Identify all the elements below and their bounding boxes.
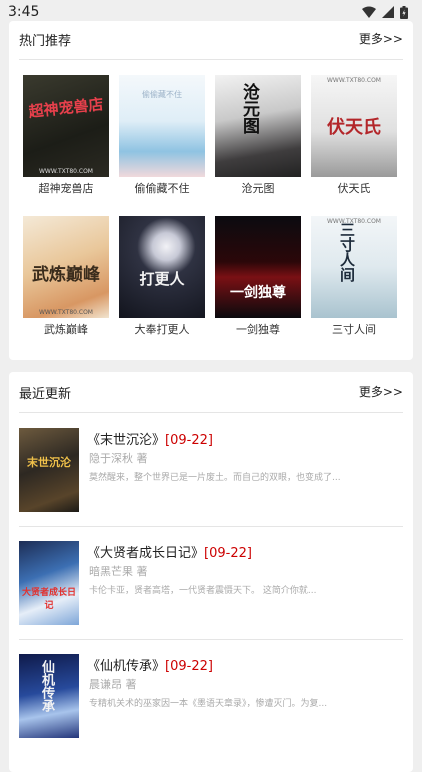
book-item[interactable]: 超神宠兽店 WWW.TXT80.COM 超神宠兽店 (23, 75, 111, 196)
book-cover-text: 三寸人间 (338, 222, 356, 282)
book-name[interactable]: 沧元图 (215, 180, 301, 196)
update-title-text[interactable]: 《末世沉沦》 (87, 433, 165, 448)
book-cover-watermark: WWW.TXT80.COM (327, 77, 381, 84)
hot-recommend-section: 热门推荐 更多>> 超神宠兽店 WWW.TXT80.COM 超神宠兽店 偷偷藏不… (9, 21, 413, 360)
update-author: 暗黑芒果 著 (89, 565, 148, 578)
hot-recommend-title: 热门推荐 (19, 34, 72, 49)
update-item[interactable]: 仙机传承 《仙机传承》[09-22] 晨谦昂 著 专精机关术的巫家因一本《墨语天… (19, 639, 403, 752)
update-item[interactable]: 末世沉沦 《末世沉沦》[09-22] 隐于深秋 著 莫然醒来，整个世界已是一片废… (19, 413, 403, 527)
book-cover[interactable]: 超神宠兽店 WWW.TXT80.COM (23, 75, 109, 177)
update-cover[interactable]: 仙机传承 (19, 654, 79, 738)
wifi-icon (362, 6, 376, 18)
recent-updates-section: 最近更新 更多>> 末世沉沦 《末世沉沦》[09-22] 隐于深秋 著 莫然醒来… (9, 372, 413, 772)
update-date: [09-22] (165, 433, 213, 448)
book-cover-text: 超神宠兽店 (27, 95, 105, 121)
book-cover-text: 沧元图 (239, 83, 259, 134)
update-cover-text: 仙机传承 (39, 660, 54, 712)
book-cover[interactable]: 沧元图 (215, 75, 301, 177)
update-date: [09-22] (165, 659, 213, 674)
book-name[interactable]: 超神宠兽店 (23, 180, 109, 196)
book-cover-watermark: WWW.TXT80.COM (39, 168, 93, 175)
update-author: 晨谦昂 著 (89, 678, 137, 691)
book-cover[interactable]: 一剑独尊 (215, 216, 301, 318)
book-name[interactable]: 偷偷藏不住 (119, 180, 205, 196)
hot-recommend-header: 热门推荐 更多>> (19, 21, 403, 60)
book-name[interactable]: 伏天氏 (311, 180, 397, 196)
update-title[interactable]: 《仙机传承》[09-22] (87, 655, 213, 674)
book-cover-watermark: WWW.TXT80.COM (327, 218, 381, 225)
book-item[interactable]: 偷偷藏不住 偷偷藏不住 (119, 75, 207, 196)
book-cover-text: 武炼巅峰 (32, 265, 100, 285)
update-cover[interactable]: 大贤者成长日记 (19, 541, 79, 625)
book-item[interactable]: 一剑独尊 一剑独尊 (215, 216, 303, 337)
book-item[interactable]: 三寸人间 WWW.TXT80.COM 三寸人间 (311, 216, 399, 337)
update-description: 卡伦卡亚，贤者高塔，一代贤者震慑天下。 这简介你就... (89, 586, 317, 596)
book-cover[interactable]: 三寸人间 WWW.TXT80.COM (311, 216, 397, 318)
recent-updates-more-link[interactable]: 更多>> (359, 383, 403, 400)
update-description: 专精机关术的巫家因一本《墨语天章录》，惨遭灭门。为复... (89, 699, 328, 709)
update-title[interactable]: 《大贤者成长日记》[09-22] (87, 542, 252, 561)
recent-updates-title: 最近更新 (19, 387, 72, 402)
book-cover-text: 一剑独尊 (230, 285, 286, 301)
update-item[interactable]: 大贤者成长日记 《大贤者成长日记》[09-22] 暗黑芒果 著 卡伦卡亚，贤者高… (19, 526, 403, 640)
update-title-text[interactable]: 《大贤者成长日记》 (87, 546, 204, 561)
book-item[interactable]: 沧元图 沧元图 (215, 75, 303, 196)
book-cover[interactable]: 伏天氏 WWW.TXT80.COM (311, 75, 397, 177)
book-cover-watermark: WWW.TXT80.COM (39, 309, 93, 316)
battery-icon (400, 5, 408, 19)
update-author: 隐于深秋 著 (89, 452, 148, 465)
book-cover-text: 伏天氏 (327, 117, 381, 138)
update-description: 莫然醒来，整个世界已是一片废土。而自己的双眼，也变成了... (89, 473, 341, 483)
update-cover-text: 大贤者成长日记 (21, 588, 76, 611)
book-cover[interactable]: 偷偷藏不住 (119, 75, 205, 177)
book-name[interactable]: 大奉打更人 (119, 321, 205, 337)
book-item[interactable]: 伏天氏 WWW.TXT80.COM 伏天氏 (311, 75, 399, 196)
update-cover[interactable]: 末世沉沦 (19, 428, 79, 512)
hot-recommend-more-link[interactable]: 更多>> (359, 30, 403, 47)
recent-updates-header: 最近更新 更多>> (19, 372, 403, 413)
book-cover[interactable]: 打更人 (119, 216, 205, 318)
status-time: 3:45 (8, 4, 40, 20)
book-cover-text: 打更人 (139, 270, 185, 288)
book-item[interactable]: 打更人 大奉打更人 (119, 216, 207, 337)
book-name[interactable]: 三寸人间 (311, 321, 397, 337)
update-title[interactable]: 《末世沉沦》[09-22] (87, 429, 213, 448)
book-cover-text: 偷偷藏不住 (142, 90, 182, 99)
book-item[interactable]: 武炼巅峰 WWW.TXT80.COM 武炼巅峰 (23, 216, 111, 337)
update-cover-text: 末世沉沦 (27, 456, 71, 469)
book-name[interactable]: 武炼巅峰 (23, 321, 109, 337)
update-title-text[interactable]: 《仙机传承》 (87, 659, 165, 674)
book-cover[interactable]: 武炼巅峰 WWW.TXT80.COM (23, 216, 109, 318)
book-name[interactable]: 一剑独尊 (215, 321, 301, 337)
signal-icon (382, 6, 394, 18)
update-date: [09-22] (204, 546, 252, 561)
status-icons (362, 5, 408, 19)
